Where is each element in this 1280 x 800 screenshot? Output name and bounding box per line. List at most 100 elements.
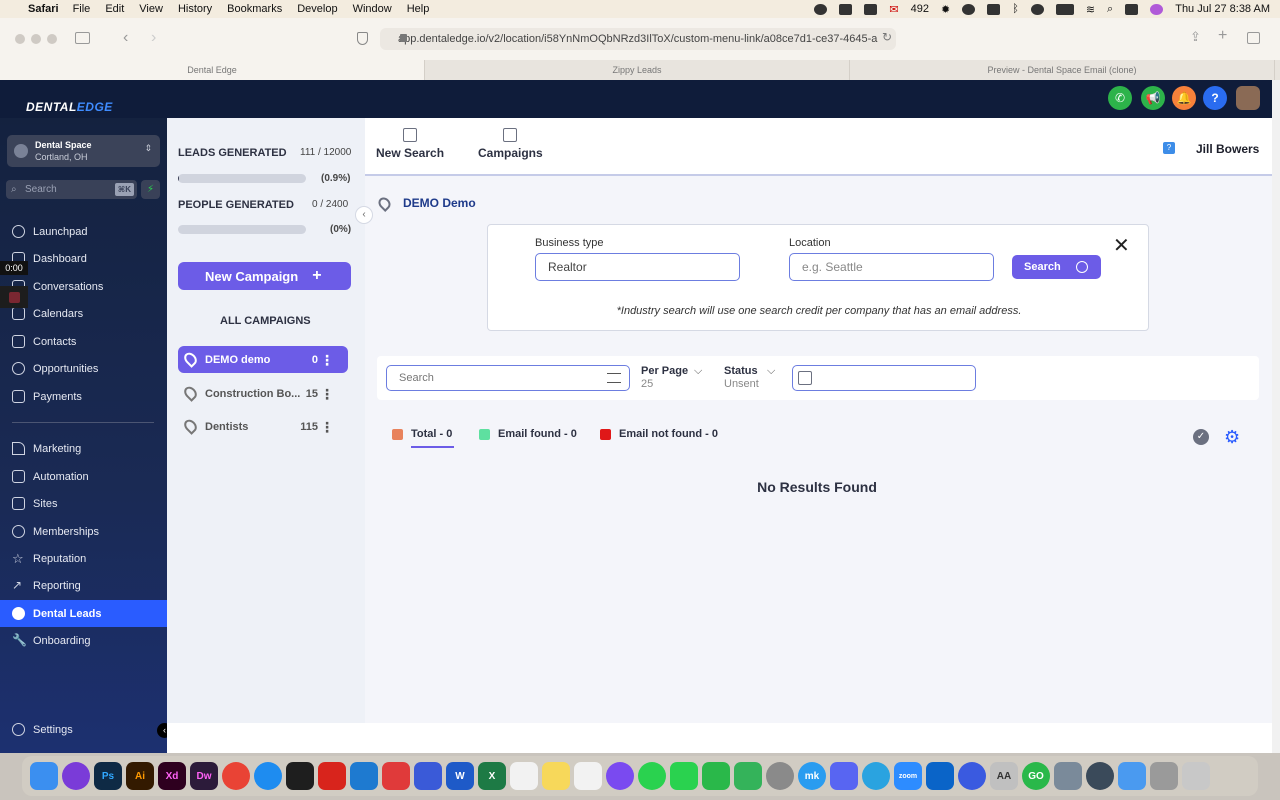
menu-view[interactable]: View: [139, 3, 163, 15]
location-input[interactable]: e.g. Seattle: [789, 253, 994, 281]
sidebar-item-marketing[interactable]: Marketing: [0, 435, 167, 462]
facetime-icon[interactable]: [702, 762, 730, 790]
dreamweaver-icon[interactable]: Dw: [190, 762, 218, 790]
business-type-input[interactable]: Realtor: [535, 253, 740, 281]
display-app-icon[interactable]: [1054, 762, 1082, 790]
minimize-window-button[interactable]: [31, 34, 41, 44]
mail-app-icon[interactable]: [382, 762, 410, 790]
menu-bookmarks[interactable]: Bookmarks: [227, 3, 282, 15]
collapse-panel-icon[interactable]: ‹: [355, 206, 373, 224]
siri-icon[interactable]: [1150, 3, 1164, 15]
address-bar[interactable]: app.dentaledge.io/v2/location/i58YnNmOQb…: [380, 28, 896, 50]
messenger-icon[interactable]: [606, 762, 634, 790]
tab-new-search[interactable]: New Search: [376, 128, 444, 160]
screenshot-icon[interactable]: [839, 3, 853, 15]
vscode-icon[interactable]: [350, 762, 378, 790]
illustrator-icon[interactable]: Ai: [126, 762, 154, 790]
sidebar-item-payments[interactable]: Payments: [0, 383, 167, 410]
campaign-item-dentists[interactable]: Dentists 115 ⋮: [178, 413, 348, 440]
menu-help[interactable]: Help: [407, 3, 430, 15]
filter-settings-icon[interactable]: [607, 373, 621, 383]
outlook-icon[interactable]: [926, 762, 954, 790]
xd-icon[interactable]: Xd: [158, 762, 186, 790]
new-campaign-button[interactable]: New Campaign +: [178, 262, 351, 290]
new-tab-icon[interactable]: +: [1218, 27, 1227, 45]
trash-icon[interactable]: [1182, 762, 1210, 790]
status-dropdown[interactable]: Status Unsent ⌵: [724, 365, 775, 390]
chrome-icon[interactable]: [222, 762, 250, 790]
sidebar-item-reporting[interactable]: ↗ Reporting: [0, 572, 167, 599]
user-name[interactable]: Jill Bowers: [1196, 142, 1259, 156]
creative-cloud-icon[interactable]: [962, 3, 976, 15]
menu-app-name[interactable]: Safari: [28, 3, 59, 15]
zoom-icon[interactable]: zoom: [894, 762, 922, 790]
sidebar-search-input[interactable]: ⌕ Search ⌘K: [6, 180, 137, 199]
messages-icon[interactable]: [670, 762, 698, 790]
legend-email-found[interactable]: Email found - 0: [479, 428, 577, 440]
photoshop-icon[interactable]: Ps: [94, 762, 122, 790]
control-center-icon[interactable]: [1125, 3, 1139, 15]
go-app-icon[interactable]: GO: [1022, 762, 1050, 790]
megaphone-icon[interactable]: 📢: [1141, 86, 1165, 110]
stop-recording-button[interactable]: [0, 286, 28, 308]
menu-history[interactable]: History: [178, 3, 212, 15]
tab-zippy-leads[interactable]: Zippy Leads: [425, 60, 850, 80]
gear-icon[interactable]: ⚙: [1224, 427, 1240, 448]
acrobat-icon[interactable]: [318, 762, 346, 790]
sidebar-item-opportunities[interactable]: Opportunities: [0, 355, 167, 382]
font-book-icon[interactable]: AA: [990, 762, 1018, 790]
mail-download-icon[interactable]: [1118, 762, 1146, 790]
results-search-input[interactable]: Search: [386, 365, 630, 391]
notifications-bell-icon[interactable]: 🔔: [1172, 86, 1196, 110]
sidebar-item-contacts[interactable]: Contacts: [0, 328, 167, 355]
sidebar-item-sites[interactable]: Sites: [0, 490, 167, 517]
safari-icon[interactable]: [254, 762, 282, 790]
more-options-icon[interactable]: ⋮: [320, 420, 334, 434]
close-window-button[interactable]: [15, 34, 25, 44]
system-settings-icon[interactable]: [766, 762, 794, 790]
sidebar-item-automation[interactable]: Automation: [0, 463, 167, 490]
reload-icon[interactable]: ↻: [882, 30, 892, 44]
sidebar-item-dental-leads[interactable]: Dental Leads: [0, 600, 167, 627]
find-my-icon[interactable]: [734, 762, 762, 790]
battery-icon[interactable]: [1055, 3, 1074, 15]
bluetooth-icon[interactable]: ᛒ: [1012, 3, 1019, 15]
siri-icon[interactable]: [62, 762, 90, 790]
search-button[interactable]: Search: [1012, 255, 1101, 279]
downloads-stack-icon[interactable]: [1150, 762, 1178, 790]
notes-icon[interactable]: [542, 762, 570, 790]
tab-dental-edge[interactable]: Dental Edge: [0, 60, 425, 80]
more-options-icon[interactable]: ⋮: [320, 387, 334, 401]
menu-edit[interactable]: Edit: [105, 3, 124, 15]
sparkle-app-icon[interactable]: [958, 762, 986, 790]
clock[interactable]: Thu Jul 27 8:38 AM: [1175, 3, 1270, 15]
help-button[interactable]: ?: [1203, 86, 1227, 110]
location-switcher[interactable]: Dental Space Cortland, OH ⇕: [7, 135, 160, 167]
excel-icon[interactable]: X: [478, 762, 506, 790]
forward-icon[interactable]: ›: [151, 29, 156, 47]
brightness-icon[interactable]: ✹: [941, 3, 950, 16]
legend-email-not-found[interactable]: Email not found - 0: [600, 428, 718, 440]
menu-window[interactable]: Window: [353, 3, 392, 15]
tab-campaigns[interactable]: Campaigns: [478, 128, 543, 160]
slack-icon[interactable]: [510, 762, 538, 790]
menu-develop[interactable]: Develop: [297, 3, 337, 15]
legend-total[interactable]: Total - 0: [392, 428, 452, 440]
sidebar-toggle-icon[interactable]: [75, 32, 90, 44]
date-filter-input[interactable]: [792, 365, 976, 391]
whatsapp-icon[interactable]: [638, 762, 666, 790]
launcher-icon[interactable]: [414, 762, 442, 790]
figma-icon[interactable]: [286, 762, 314, 790]
phone-icon[interactable]: ✆: [1108, 86, 1132, 110]
campaign-item-construction[interactable]: Construction Bo... 15 ⋮: [178, 380, 348, 407]
check-circle-icon[interactable]: ✓: [1193, 429, 1209, 445]
close-icon[interactable]: ✕: [1113, 233, 1130, 258]
quick-actions-bolt-icon[interactable]: ⚡: [141, 180, 160, 199]
dropbox-icon[interactable]: [864, 3, 878, 15]
wifi-icon[interactable]: ≋: [1086, 3, 1095, 16]
play-icon[interactable]: [1030, 3, 1044, 15]
campaign-item-demo[interactable]: DEMO demo 0 ⋮: [178, 346, 348, 373]
grammarly-icon[interactable]: [814, 3, 828, 15]
per-page-dropdown[interactable]: Per Page 25 ⌵: [641, 365, 702, 390]
menu-file[interactable]: File: [73, 3, 91, 15]
